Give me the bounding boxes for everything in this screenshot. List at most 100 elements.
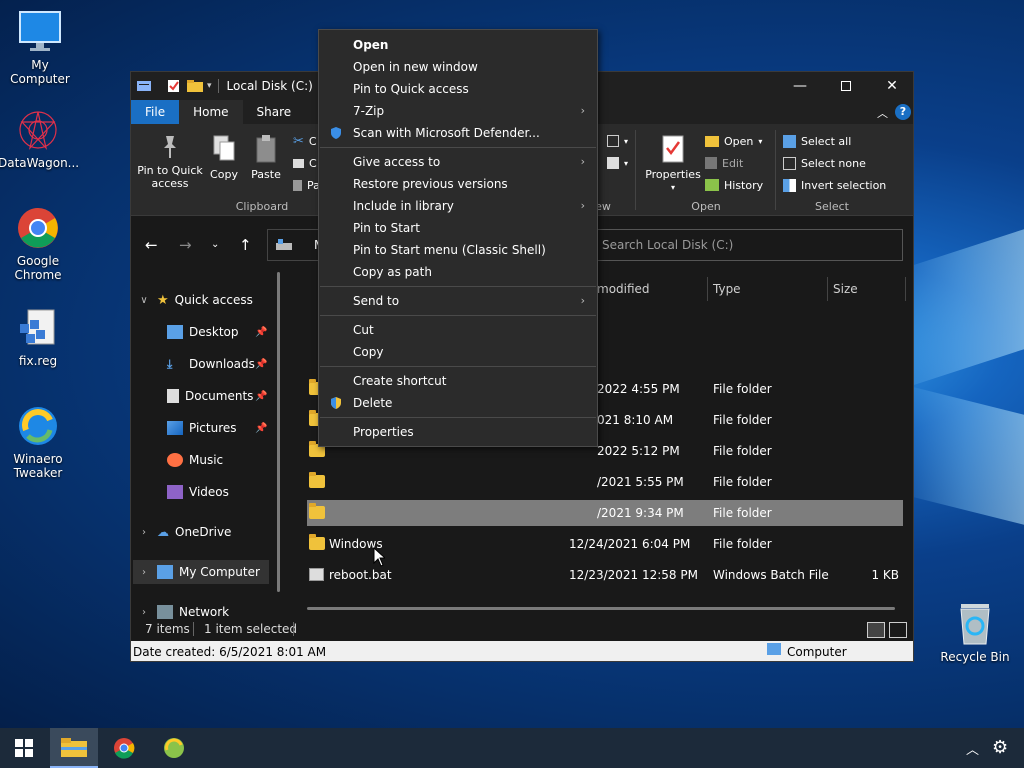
- navigation-pane-scrollbar[interactable]: [277, 272, 280, 592]
- menu-item-pin-start[interactable]: Pin to Start: [319, 217, 597, 239]
- paste-button[interactable]: Paste: [247, 134, 285, 181]
- open-button[interactable]: Open ▾: [705, 132, 762, 150]
- menu-item-7zip[interactable]: 7-Zip ›: [319, 100, 597, 122]
- desktop-icon-fix-reg[interactable]: fix.reg: [0, 306, 78, 368]
- select-none-button[interactable]: Select none: [783, 154, 866, 172]
- navigation-pane: ∨ ★ Quick access Desktop 📌 ⤓ Downloads 📌 Docu…: [131, 274, 281, 619]
- select-all-button[interactable]: Select all: [783, 132, 851, 150]
- tree-item-desktop[interactable]: Desktop 📌: [167, 320, 267, 344]
- menu-item-restore-versions[interactable]: Restore previous versions: [319, 173, 597, 195]
- tree-item-documents[interactable]: Documents 📌: [167, 384, 267, 408]
- menu-item-send-to[interactable]: Send to ›: [319, 290, 597, 312]
- tree-item-onedrive[interactable]: › ☁ OneDrive: [137, 520, 231, 544]
- desktop-icon-my-computer[interactable]: My Computer: [0, 10, 80, 86]
- file-list-scrollbar[interactable]: [307, 607, 895, 610]
- column-separator[interactable]: [905, 277, 906, 301]
- start-button[interactable]: [0, 728, 48, 768]
- history-button[interactable]: History: [705, 176, 763, 194]
- details-view-icon[interactable]: [867, 622, 885, 638]
- menu-label: Pin to Start menu (Classic Shell): [353, 243, 546, 257]
- menu-label: Send to: [353, 294, 400, 308]
- tab-home[interactable]: Home: [179, 100, 243, 124]
- cut-button[interactable]: ✂ C: [293, 132, 317, 150]
- menu-item-open[interactable]: Open: [319, 34, 597, 56]
- table-row[interactable]: reboot.bat 12/23/2021 12:58 PM Windows Bat…: [307, 562, 903, 588]
- properties-quick-icon[interactable]: [167, 79, 181, 93]
- tab-file[interactable]: File: [131, 100, 180, 124]
- menu-item-scan-defender[interactable]: Scan with Microsoft Defender...: [319, 122, 597, 144]
- collapse-ribbon-chevron-icon[interactable]: ︿: [877, 105, 888, 121]
- invert-selection-button[interactable]: Invert selection: [783, 176, 886, 194]
- menu-item-copy[interactable]: Copy: [319, 341, 597, 363]
- taskbar-file-explorer[interactable]: [50, 728, 98, 768]
- tree-item-pictures[interactable]: Pictures 📌: [167, 416, 267, 440]
- menu-item-open-new-window[interactable]: Open in new window: [319, 56, 597, 78]
- tree-item-music[interactable]: Music: [167, 448, 223, 472]
- copy-path-button[interactable]: C: [293, 154, 317, 172]
- context-menu: Open Open in new window Pin to Quick acc…: [318, 29, 598, 447]
- edit-button[interactable]: Edit: [705, 154, 743, 172]
- menu-label: Give access to: [353, 155, 441, 169]
- status-separator: [193, 622, 194, 636]
- properties-icon: [661, 134, 685, 164]
- table-row[interactable]: Windows 12/24/2021 6:04 PM File folder: [307, 531, 903, 557]
- pin-icon[interactable]: 📌: [255, 391, 267, 402]
- help-icon[interactable]: ?: [895, 104, 911, 120]
- new-folder-quick-icon[interactable]: [187, 79, 203, 93]
- table-row[interactable]: /2021 5:55 PM File folder: [307, 469, 903, 495]
- tree-item-videos[interactable]: Videos: [167, 480, 229, 504]
- tree-item-downloads[interactable]: ⤓ Downloads 📌: [167, 352, 267, 376]
- desktop-icon-datawagon[interactable]: DataWagon...: [0, 108, 79, 170]
- menu-item-properties[interactable]: Properties: [319, 421, 597, 443]
- menu-item-pin-start-classic[interactable]: Pin to Start menu (Classic Shell): [319, 239, 597, 261]
- column-header-type[interactable]: Type: [713, 274, 741, 304]
- gear-icon[interactable]: ⚙: [992, 737, 1008, 758]
- recent-locations-chevron-icon[interactable]: ⌄: [211, 239, 219, 250]
- pin-icon[interactable]: 📌: [255, 359, 267, 370]
- taskbar-chrome[interactable]: [100, 728, 148, 768]
- pin-icon[interactable]: 📌: [255, 423, 267, 434]
- edit-label: Edit: [722, 156, 744, 170]
- desktop-icon-chrome[interactable]: Google Chrome: [0, 206, 78, 282]
- properties-button[interactable]: Properties ▾: [643, 134, 703, 194]
- maximize-button[interactable]: [823, 72, 869, 100]
- close-button[interactable]: ✕: [869, 72, 913, 100]
- column-header-date-modified[interactable]: modified: [597, 274, 650, 304]
- desktop-icon-winaero[interactable]: Winaero Tweaker: [0, 404, 78, 480]
- menu-item-create-shortcut[interactable]: Create shortcut: [319, 370, 597, 392]
- menu-item-delete[interactable]: Delete: [319, 392, 597, 414]
- tree-item-quick-access[interactable]: ∨ ★ Quick access: [137, 288, 253, 312]
- column-separator[interactable]: [707, 277, 708, 301]
- view-icon: [607, 135, 619, 147]
- back-arrow-icon[interactable]: ←: [145, 236, 158, 254]
- submenu-arrow-icon: ›: [580, 199, 585, 212]
- up-arrow-icon[interactable]: ↑: [239, 236, 252, 254]
- column-separator[interactable]: [827, 277, 828, 301]
- large-icons-view-icon[interactable]: [889, 622, 907, 638]
- tree-item-my-computer[interactable]: › My Computer: [133, 560, 269, 584]
- desktop-icon-recycle-bin[interactable]: Recycle Bin: [935, 602, 1015, 664]
- forward-arrow-icon[interactable]: →: [179, 236, 192, 254]
- pin-icon[interactable]: 📌: [255, 327, 267, 338]
- winaero-icon: [16, 404, 60, 448]
- menu-item-cut[interactable]: Cut: [319, 319, 597, 341]
- tab-share[interactable]: Share: [243, 100, 306, 124]
- copy-button[interactable]: Copy: [207, 134, 241, 181]
- menu-item-copy-as-path[interactable]: Copy as path: [319, 261, 597, 283]
- quick-access-toolbar-dropdown-icon[interactable]: ▾: [207, 81, 212, 91]
- taskbar-winaero[interactable]: [150, 728, 198, 768]
- show-hidden-icons-chevron-icon[interactable]: ︿: [966, 739, 979, 758]
- menu-item-give-access[interactable]: Give access to ›: [319, 151, 597, 173]
- menu-item-pin-quick-access[interactable]: Pin to Quick access: [319, 78, 597, 100]
- minimize-button[interactable]: —: [777, 72, 823, 100]
- table-row-selected[interactable]: /2021 9:34 PM File folder: [307, 500, 903, 526]
- pin-to-quick-access-button[interactable]: Pin to Quick access: [137, 134, 203, 190]
- view-button-1[interactable]: ▾: [607, 132, 628, 150]
- menu-item-include-library[interactable]: Include in library ›: [319, 195, 597, 217]
- search-box[interactable]: Search Local Disk (C:): [593, 229, 903, 261]
- paste-shortcut-button[interactable]: Pa: [293, 176, 320, 194]
- menu-label: Include in library: [353, 199, 454, 213]
- row-date: 12/23/2021 12:58 PM: [569, 568, 698, 582]
- view-button-2[interactable]: ▾: [607, 154, 628, 172]
- column-header-size[interactable]: Size: [833, 274, 858, 304]
